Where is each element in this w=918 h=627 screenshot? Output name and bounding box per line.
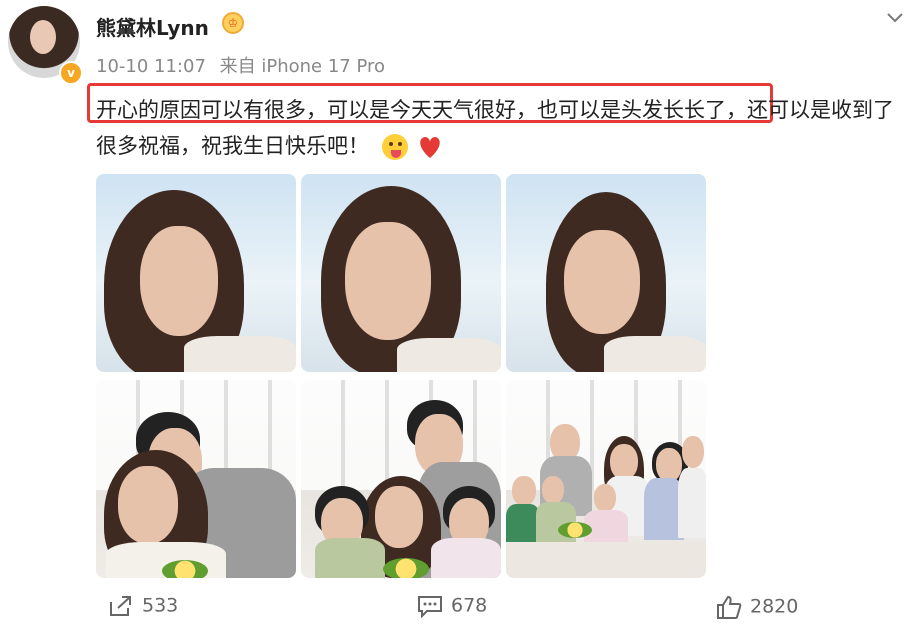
comment-button[interactable]: 678 xyxy=(417,594,488,619)
photo-family-group[interactable] xyxy=(506,380,706,578)
post-meta: 10-10 11:07 来自 iPhone 17 Pro xyxy=(96,52,385,78)
post-text: 开心的原因可以有很多，可以是今天天气很好，也可以是头发长长了，还可以是收到了很多… xyxy=(96,92,912,164)
chevron-down-icon[interactable] xyxy=(884,6,906,28)
comment-icon xyxy=(418,596,442,619)
photo-selfie-3[interactable] xyxy=(506,174,706,372)
share-button[interactable]: 533 xyxy=(108,594,178,618)
post-timestamp: 10-10 11:07 xyxy=(96,56,206,77)
share-icon xyxy=(110,596,131,616)
photo-selfie-2[interactable] xyxy=(301,174,501,372)
thumbs-up-icon xyxy=(717,595,742,619)
username[interactable]: 熊黛林Lynn xyxy=(96,12,209,41)
action-bar: 533 678 2820 xyxy=(0,594,918,624)
verified-badge-icon: v xyxy=(59,61,83,85)
like-button[interactable]: 2820 xyxy=(716,594,798,620)
crown-icon: ♔ xyxy=(222,12,244,34)
post-text-highlighted: 开心的原因可以有很多，可以是今天天气很好，也可以是头发长长了 xyxy=(96,98,726,122)
avatar-face xyxy=(30,20,56,54)
share-count: 533 xyxy=(142,594,179,617)
photo-grid xyxy=(96,174,706,578)
photo-couple[interactable] xyxy=(96,380,296,578)
red-heart-icon xyxy=(420,137,441,158)
photo-family-four[interactable] xyxy=(301,380,501,578)
like-count: 2820 xyxy=(750,595,799,618)
photo-selfie-1[interactable] xyxy=(96,174,296,372)
tongue-out-face-icon xyxy=(381,134,408,160)
post-source: 来自 iPhone 17 Pro xyxy=(219,56,386,77)
comment-count: 678 xyxy=(451,594,488,617)
